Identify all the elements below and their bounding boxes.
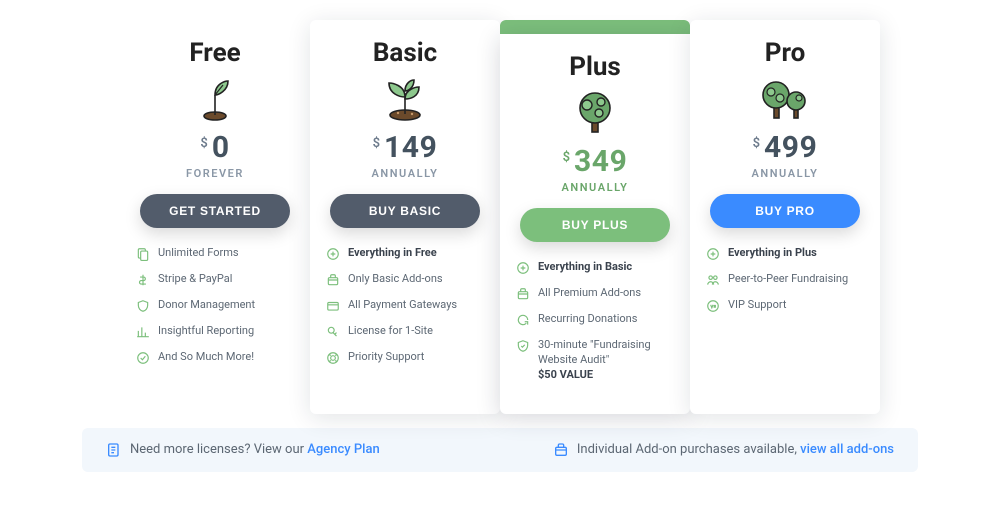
footer-right: Individual Add-on purchases available, v…	[553, 442, 894, 458]
currency-symbol: $	[753, 136, 760, 151]
audit-icon	[516, 339, 530, 353]
plan-card-basic: Basic $ 149 ANNUALLY BUY BASIC Everythin…	[310, 20, 500, 414]
list-item: All Premium Add-ons	[516, 286, 674, 301]
price-value: 349	[574, 144, 627, 179]
plan-title: Free	[136, 38, 294, 68]
plan-card-free: Free $ 0 FOREVER GET STARTED Unlimited F…	[120, 20, 310, 414]
sprout-icon	[136, 76, 294, 122]
tree-icon	[516, 90, 674, 136]
list-item: 30-minute "Fundraising Website Audit"$50…	[516, 338, 674, 383]
feature-list: Everything in Basic All Premium Add-ons …	[516, 260, 674, 383]
currency-symbol: $	[373, 136, 380, 151]
buy-basic-button[interactable]: BUY BASIC	[330, 194, 480, 228]
forest-icon	[706, 76, 864, 122]
list-item: VIP Support	[706, 298, 864, 313]
price-value: 149	[384, 130, 437, 165]
addons-icon	[553, 442, 569, 458]
price-value: 0	[212, 130, 230, 165]
footer-bar: Need more licenses? View our Agency Plan…	[82, 428, 918, 472]
list-item: All Payment Gateways	[326, 298, 484, 313]
list-item: Peer-to-Peer Fundraising	[706, 272, 864, 287]
plus-circle-icon	[516, 261, 530, 275]
list-item: License for 1-Site	[326, 324, 484, 339]
buy-pro-button[interactable]: BUY PRO	[710, 194, 860, 228]
vip-icon	[706, 299, 720, 313]
plan-card-pro: Pro $ 499 ANNUALLY BUY PRO Everyth	[690, 20, 880, 414]
plan-title: Plus	[516, 52, 674, 82]
price-row: $ 499	[706, 130, 864, 165]
pricing-section: Free $ 0 FOREVER GET STARTED Unlimited F…	[0, 0, 1000, 472]
feature-list: Everything in Free Only Basic Add-ons Al…	[326, 246, 484, 365]
check-circle-icon	[136, 351, 150, 365]
support-icon	[326, 351, 340, 365]
list-item: Insightful Reporting	[136, 324, 294, 339]
list-item: Donor Management	[136, 298, 294, 313]
addons-icon	[516, 287, 530, 301]
license-icon	[326, 325, 340, 339]
billing-period: FOREVER	[136, 167, 294, 180]
recurring-icon	[516, 313, 530, 327]
footer-left: Need more licenses? View our Agency Plan	[106, 442, 380, 458]
get-started-button[interactable]: GET STARTED	[140, 194, 290, 228]
plus-circle-icon	[706, 247, 720, 261]
reporting-icon	[136, 325, 150, 339]
billing-period: ANNUALLY	[706, 167, 864, 180]
pricing-grid: Free $ 0 FOREVER GET STARTED Unlimited F…	[120, 20, 880, 414]
billing-period: ANNUALLY	[516, 181, 674, 194]
plan-card-plus-wrap: BEST VALUE Plus $ 349 ANNUA	[500, 62, 690, 414]
list-item: Unlimited Forms	[136, 246, 294, 261]
price-row: $ 149	[326, 130, 484, 165]
forms-icon	[136, 247, 150, 261]
seedling-icon	[326, 76, 484, 122]
plan-title: Pro	[706, 38, 864, 68]
currency-symbol: $	[200, 136, 207, 151]
addons-icon	[326, 273, 340, 287]
plan-title: Basic	[326, 38, 484, 68]
price-row: $ 349	[516, 144, 674, 179]
list-item: Priority Support	[326, 350, 484, 365]
plan-card-plus: Plus $ 349 ANNUALLY BUY PLUS	[500, 34, 690, 414]
payments-icon	[136, 273, 150, 287]
list-item: Everything in Plus	[706, 246, 864, 261]
list-item: Everything in Basic	[516, 260, 674, 275]
license-icon	[106, 442, 122, 458]
price-row: $ 0	[136, 130, 294, 165]
list-item: And So Much More!	[136, 350, 294, 365]
list-item: Recurring Donations	[516, 312, 674, 327]
list-item: Everything in Free	[326, 246, 484, 261]
donor-icon	[136, 299, 150, 313]
feature-list: Unlimited Forms Stripe & PayPal Donor Ma…	[136, 246, 294, 365]
gateway-icon	[326, 299, 340, 313]
list-item: Stripe & PayPal	[136, 272, 294, 287]
peer-icon	[706, 273, 720, 287]
buy-plus-button[interactable]: BUY PLUS	[520, 208, 670, 242]
feature-list: Everything in Plus Peer-to-Peer Fundrais…	[706, 246, 864, 313]
billing-period: ANNUALLY	[326, 167, 484, 180]
list-item: Only Basic Add-ons	[326, 272, 484, 287]
plus-circle-icon	[326, 247, 340, 261]
agency-plan-link[interactable]: Agency Plan	[307, 442, 379, 457]
currency-symbol: $	[563, 150, 570, 165]
view-addons-link[interactable]: view all add-ons	[800, 442, 894, 457]
price-value: 499	[764, 130, 817, 165]
